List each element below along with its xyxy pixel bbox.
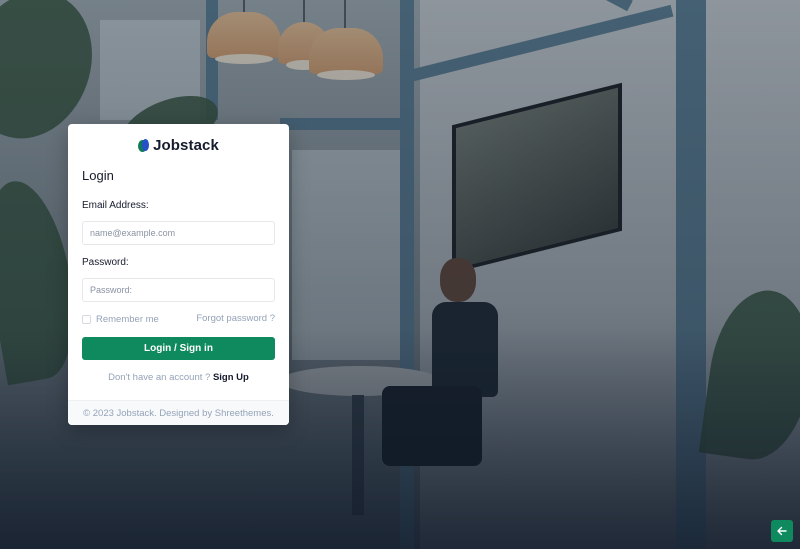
signup-row: Don't have an account ? Sign Up [68, 372, 289, 383]
copyright-text: © 2023 Jobstack. Designed by Shreethemes… [83, 407, 274, 419]
brand[interactable]: Jobstack [68, 137, 289, 154]
password-label: Password: [82, 257, 129, 268]
brand-name: Jobstack [153, 137, 219, 154]
login-button[interactable]: Login / Sign in [82, 337, 275, 360]
login-title: Login [82, 168, 114, 183]
card-footer: © 2023 Jobstack. Designed by Shreethemes… [68, 400, 289, 425]
back-button[interactable] [771, 520, 793, 542]
remember-label: Remember me [96, 314, 159, 325]
remember-me[interactable]: Remember me [82, 314, 159, 325]
password-field[interactable] [82, 278, 275, 302]
remember-checkbox[interactable] [82, 315, 91, 324]
no-account-text: Don't have an account ? [108, 372, 211, 383]
signup-link[interactable]: Sign Up [213, 372, 249, 383]
email-label: Email Address: [82, 200, 149, 211]
email-field[interactable] [82, 221, 275, 245]
jobstack-logo-icon [138, 139, 150, 152]
login-card: Jobstack Login Email Address: Password: … [68, 124, 289, 425]
forgot-password-link[interactable]: Forgot password ? [196, 313, 275, 324]
arrow-left-icon [777, 524, 787, 539]
